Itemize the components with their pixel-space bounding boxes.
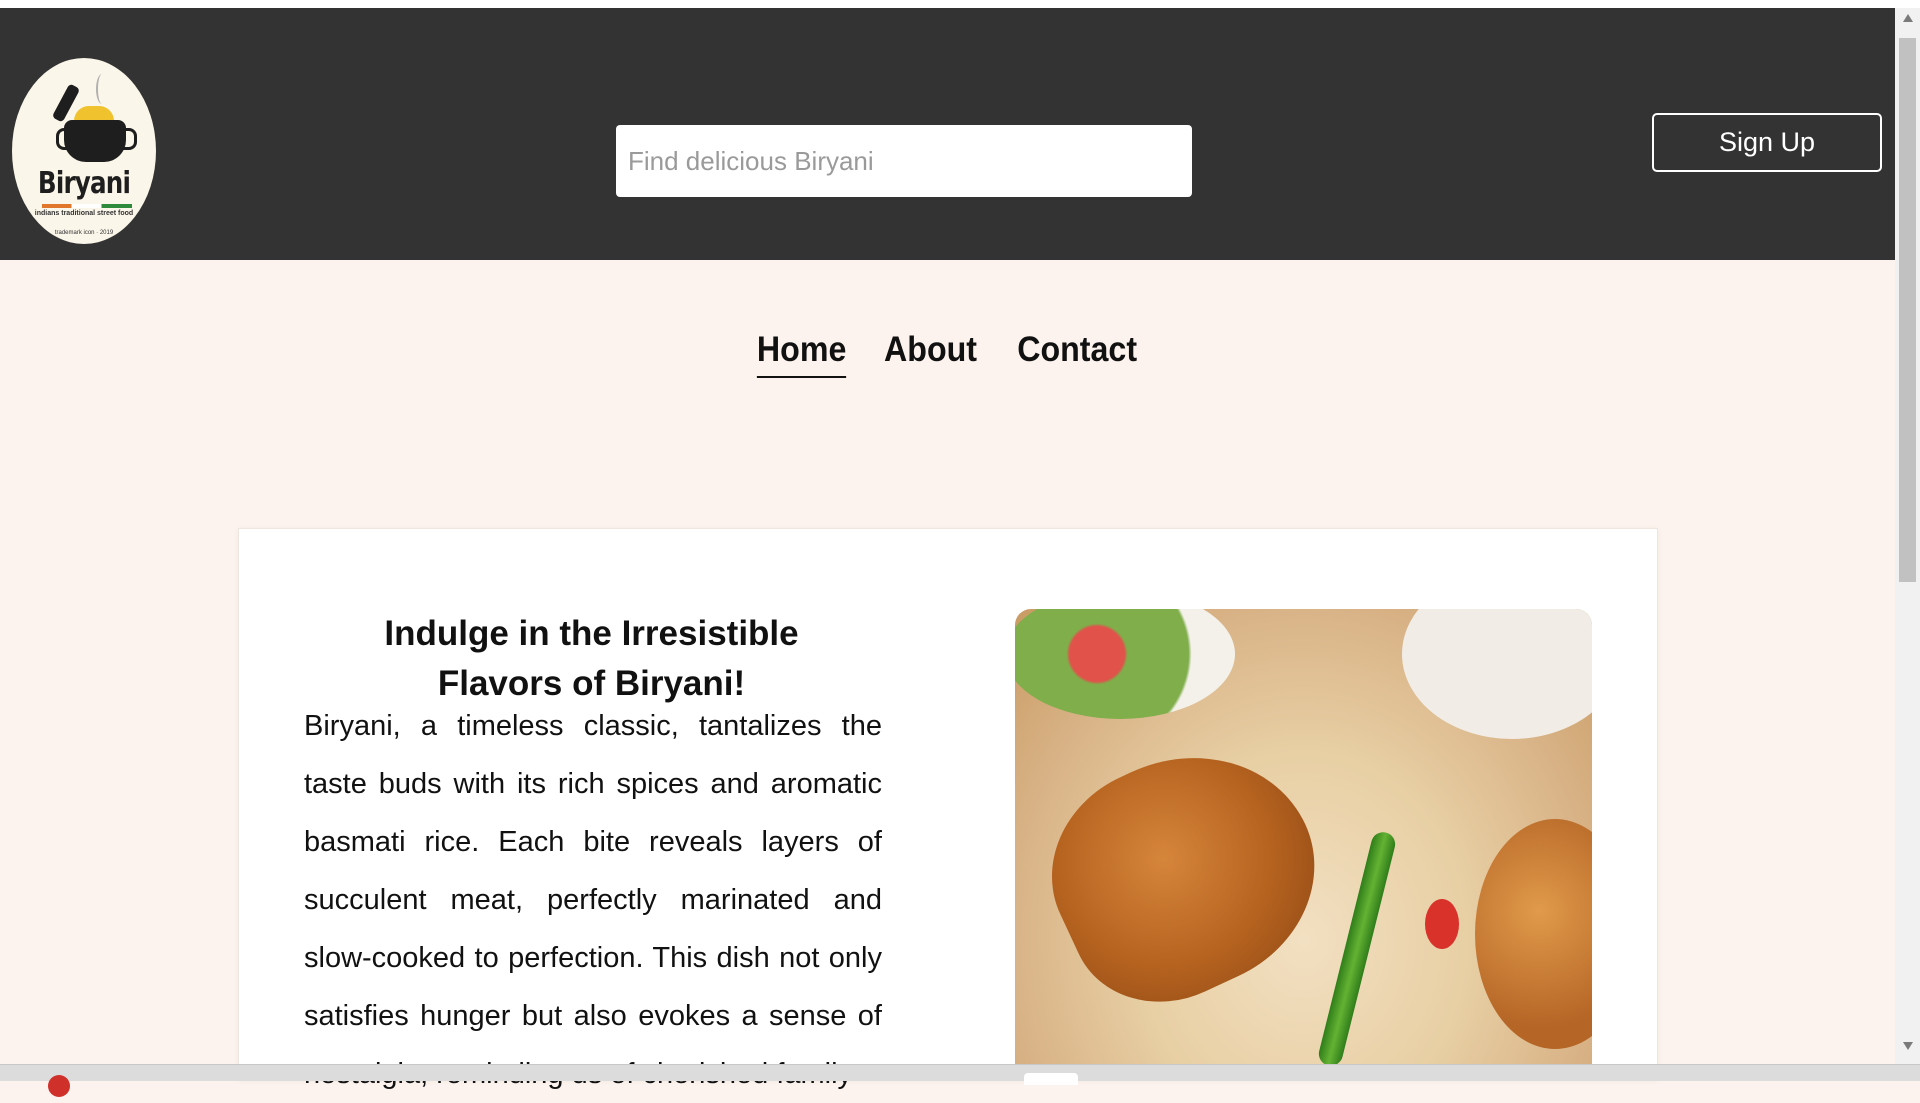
biryani-logo[interactable]: Biryani indians traditional street food …	[12, 58, 156, 244]
search-input[interactable]	[616, 125, 1192, 197]
logo-tricolor-stripe	[42, 204, 132, 208]
chicken-piece-shape	[1475, 819, 1592, 1049]
nav-home-link[interactable]: Home	[756, 330, 847, 378]
scroll-up-arrow-icon[interactable]	[1903, 14, 1913, 22]
logo-brand-text: Biryani	[37, 166, 131, 201]
logo-tagline: indians traditional street food	[34, 210, 134, 217]
salad-shape	[1015, 609, 1235, 719]
logo-trademark: trademark icon · 2019	[54, 230, 114, 236]
tomato-shape	[1425, 899, 1459, 949]
taskbar	[0, 1064, 1920, 1097]
main-nav: Home About Contact	[0, 330, 1895, 378]
intro-body-text: Biryani, a timeless classic, tantalizes …	[304, 710, 882, 1090]
intro-heading: Indulge in the Irresistible Flavors of B…	[384, 614, 799, 703]
app-icon[interactable]	[48, 1075, 70, 1097]
chicken-leg-shape	[1018, 714, 1352, 1034]
biryani-image	[1015, 609, 1592, 1081]
plate-shape	[1402, 609, 1592, 739]
steam-icon	[96, 74, 108, 104]
site-header: Biryani indians traditional street food …	[0, 8, 1895, 260]
scrollbar-thumb[interactable]	[1899, 38, 1916, 582]
nav-contact-link[interactable]: Contact	[1017, 330, 1137, 376]
intro-card: Indulge in the Irresistible Flavors of B…	[238, 528, 1658, 1090]
taskbar-tab[interactable]	[1024, 1073, 1078, 1085]
sign-up-button[interactable]: Sign Up	[1652, 113, 1882, 172]
green-chili-shape	[1316, 829, 1398, 1069]
nav-about-link[interactable]: About	[884, 330, 977, 376]
pot-icon	[64, 120, 126, 162]
browser-top-strip	[0, 0, 1920, 8]
scroll-down-arrow-icon[interactable]	[1903, 1042, 1913, 1050]
